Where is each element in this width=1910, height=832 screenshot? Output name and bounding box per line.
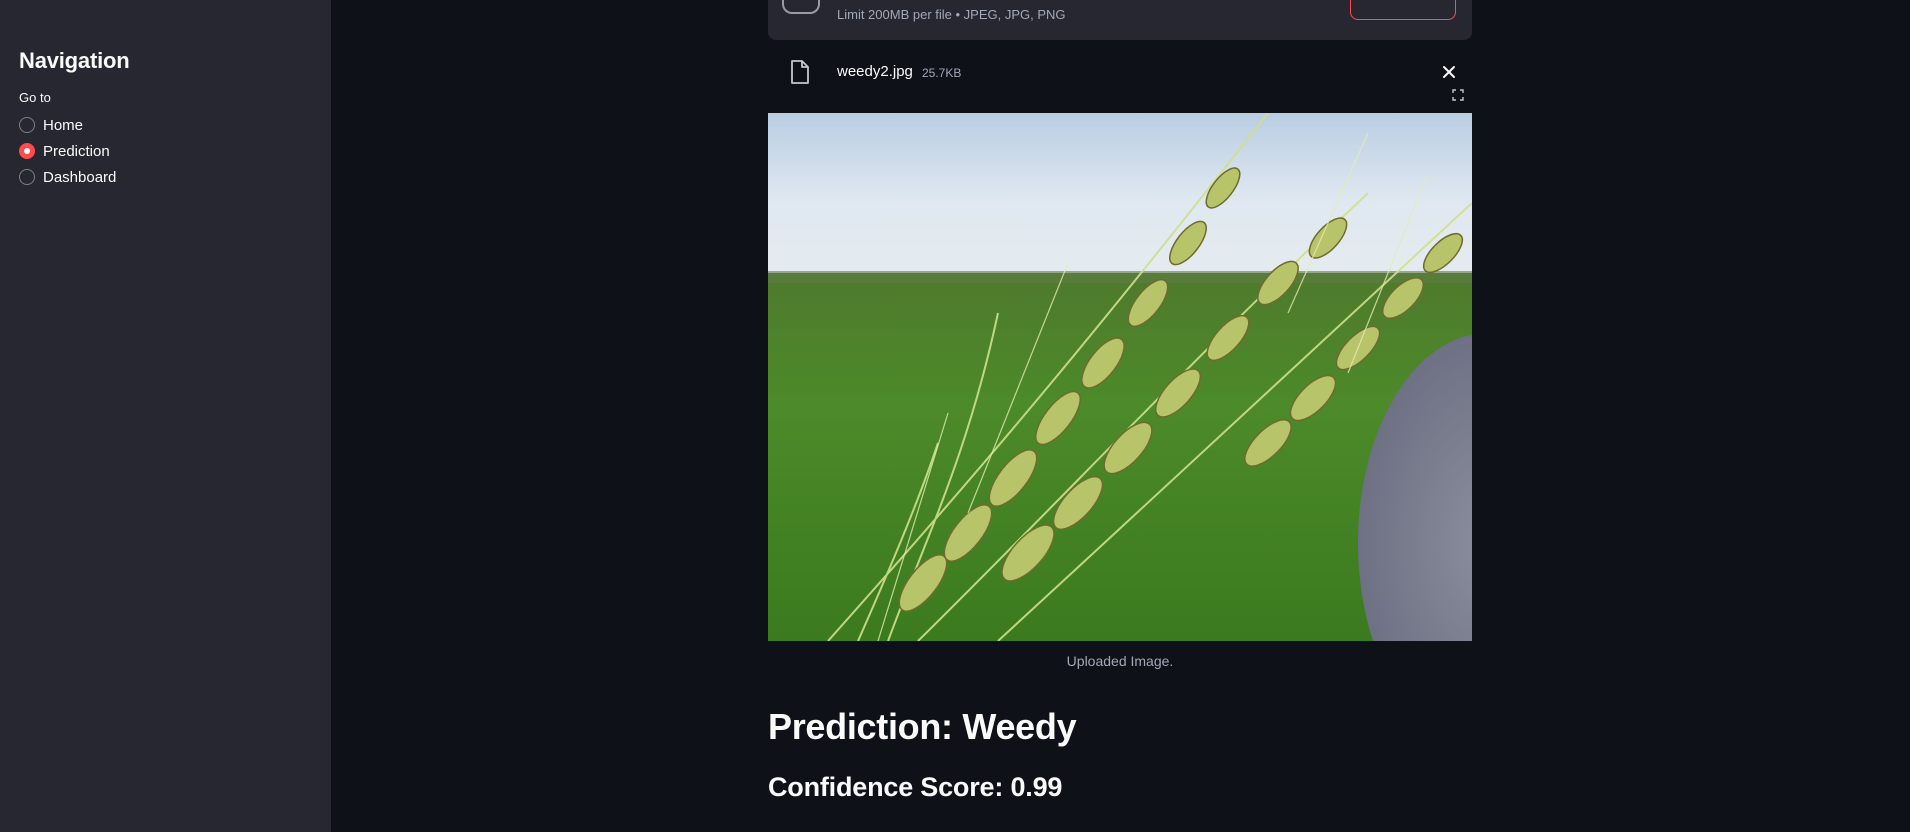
file-uploader-dropzone[interactable]: Limit 200MB per file • JPEG, JPG, PNG xyxy=(768,0,1472,40)
file-size: 25.7KB xyxy=(922,66,962,80)
radio-option-prediction[interactable]: Prediction xyxy=(19,138,312,164)
radio-button-prediction[interactable] xyxy=(19,143,35,159)
image-caption: Uploaded Image. xyxy=(1066,653,1174,669)
fullscreen-icon[interactable] xyxy=(1451,88,1465,102)
upload-limit-text: Limit 200MB per file • JPEG, JPG, PNG xyxy=(837,7,1066,22)
file-icon xyxy=(790,60,810,89)
sidebar: Navigation Go to Home Prediction Dashboa… xyxy=(0,0,331,832)
radio-option-home[interactable]: Home xyxy=(19,112,312,138)
radio-option-label: Prediction xyxy=(43,142,110,160)
nav-radio-group: Home Prediction Dashboard xyxy=(19,112,312,190)
radio-button-home[interactable] xyxy=(19,117,35,133)
browse-files-button[interactable] xyxy=(1350,0,1456,20)
uploaded-file-row: weedy2.jpg 25.7KB xyxy=(768,52,1472,92)
remove-file-close-icon[interactable] xyxy=(1438,61,1460,83)
wheat-photo xyxy=(768,113,1472,641)
uploaded-image xyxy=(768,113,1472,641)
radio-option-dashboard[interactable]: Dashboard xyxy=(19,164,312,190)
confidence-heading: Confidence Score: 0.99 xyxy=(768,772,1063,802)
radio-option-label: Dashboard xyxy=(43,168,117,186)
radio-button-dashboard[interactable] xyxy=(19,169,35,185)
file-name: weedy2.jpg xyxy=(837,63,913,80)
sidebar-title: Navigation xyxy=(19,48,130,73)
upload-cloud-icon xyxy=(782,0,820,14)
radio-option-label: Home xyxy=(43,116,84,134)
main-content: Limit 200MB per file • JPEG, JPG, PNG we… xyxy=(768,0,1472,832)
prediction-heading: Prediction: Weedy xyxy=(768,706,1077,747)
radio-group-label: Go to xyxy=(19,90,51,105)
